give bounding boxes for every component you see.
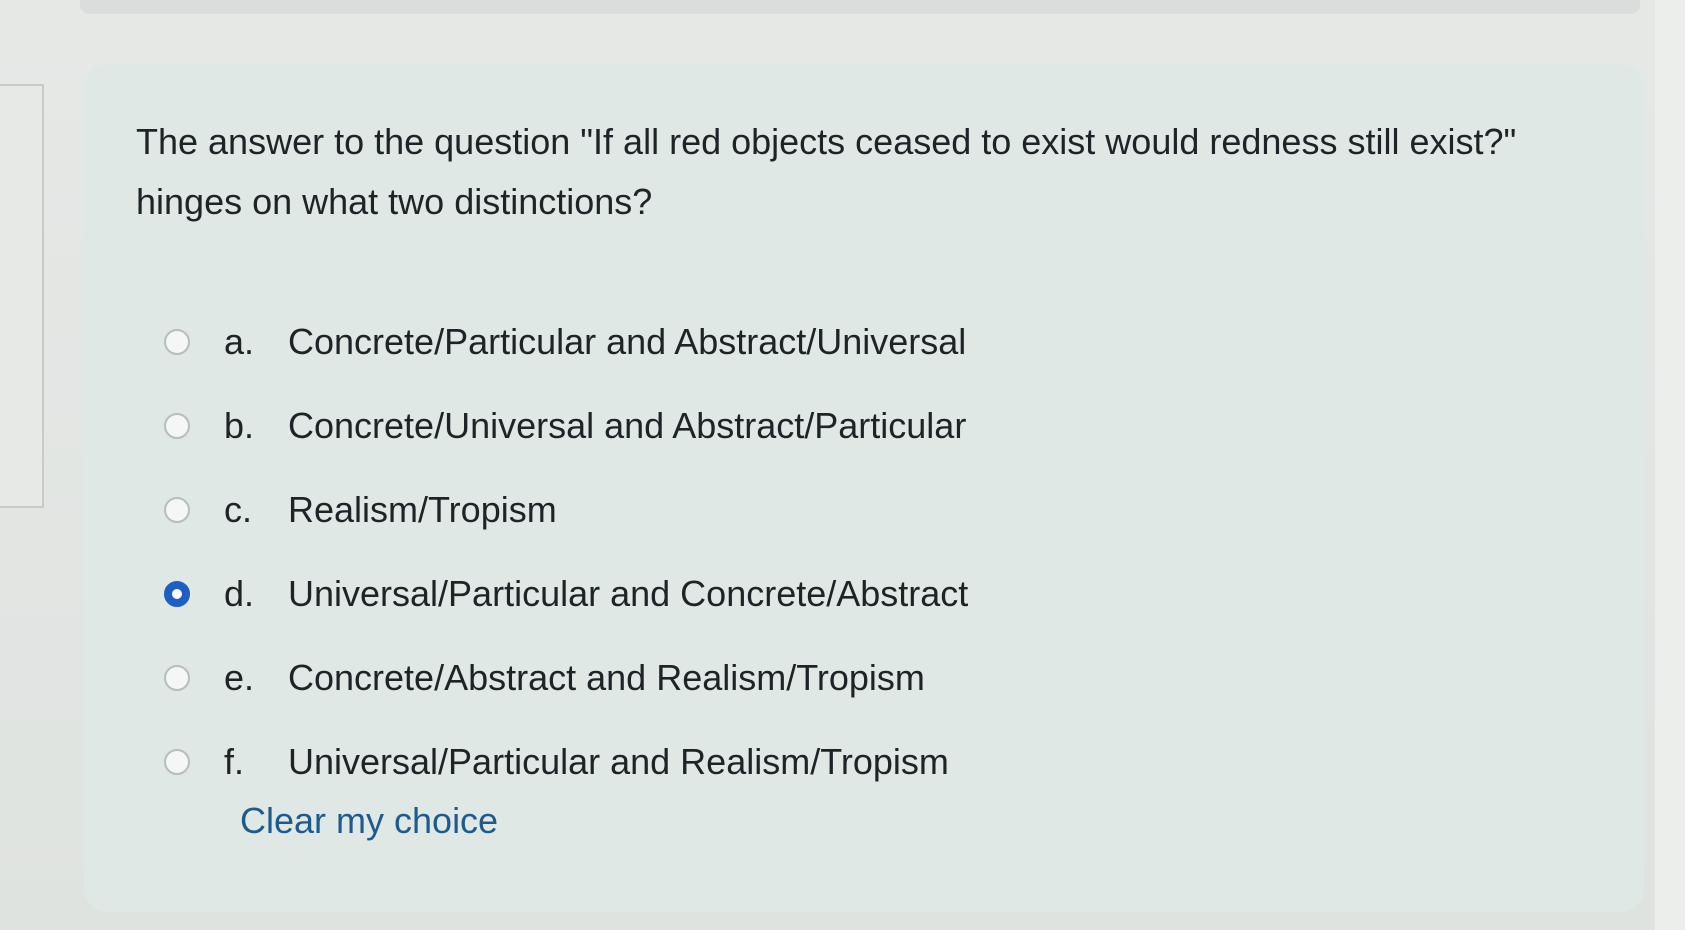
option-letter-f: f. (224, 741, 245, 782)
answer-option-b[interactable]: b. Concrete/Universal and Abstract/Parti… (164, 384, 1264, 468)
option-letter-d: d. (224, 573, 255, 614)
option-letter-a: a. (224, 321, 255, 362)
option-text-a[interactable]: Concrete/Particular and Abstract/Univers… (288, 321, 966, 363)
question-card: The answer to the question "If all red o… (84, 64, 1644, 912)
option-letter-e: e. (224, 657, 255, 698)
radio-button-c[interactable] (164, 497, 190, 523)
option-text-b[interactable]: Concrete/Universal and Abstract/Particul… (288, 405, 966, 447)
answer-options: a. Concrete/Particular and Abstract/Univ… (164, 300, 1264, 804)
answer-option-e[interactable]: e. Concrete/Abstract and Realism/Tropism (164, 636, 1264, 720)
right-edge (1655, 0, 1685, 930)
radio-button-d-selected[interactable] (164, 581, 190, 607)
answer-option-d[interactable]: d. Universal/Particular and Concrete/Abs… (164, 552, 1264, 636)
option-letter-b: b. (224, 405, 255, 446)
question-text: The answer to the question "If all red o… (136, 121, 1517, 222)
option-text-e[interactable]: Concrete/Abstract and Realism/Tropism (288, 657, 925, 699)
answer-option-f[interactable]: f. Universal/Particular and Realism/Trop… (164, 720, 1264, 804)
option-text-d[interactable]: Universal/Particular and Concrete/Abstra… (288, 573, 968, 615)
left-nav-panel (0, 84, 44, 508)
answer-option-c[interactable]: c. Realism/Tropism (164, 468, 1264, 552)
radio-button-b[interactable] (164, 413, 190, 439)
radio-button-a[interactable] (164, 329, 190, 355)
option-letter-c: c. (224, 489, 253, 530)
answer-option-a[interactable]: a. Concrete/Particular and Abstract/Univ… (164, 300, 1264, 384)
top-strip (80, 0, 1640, 14)
option-text-c[interactable]: Realism/Tropism (288, 489, 557, 531)
option-text-f[interactable]: Universal/Particular and Realism/Tropism (288, 741, 949, 783)
radio-button-f[interactable] (164, 749, 190, 775)
clear-my-choice-link[interactable]: Clear my choice (240, 800, 498, 842)
radio-button-e[interactable] (164, 665, 190, 691)
